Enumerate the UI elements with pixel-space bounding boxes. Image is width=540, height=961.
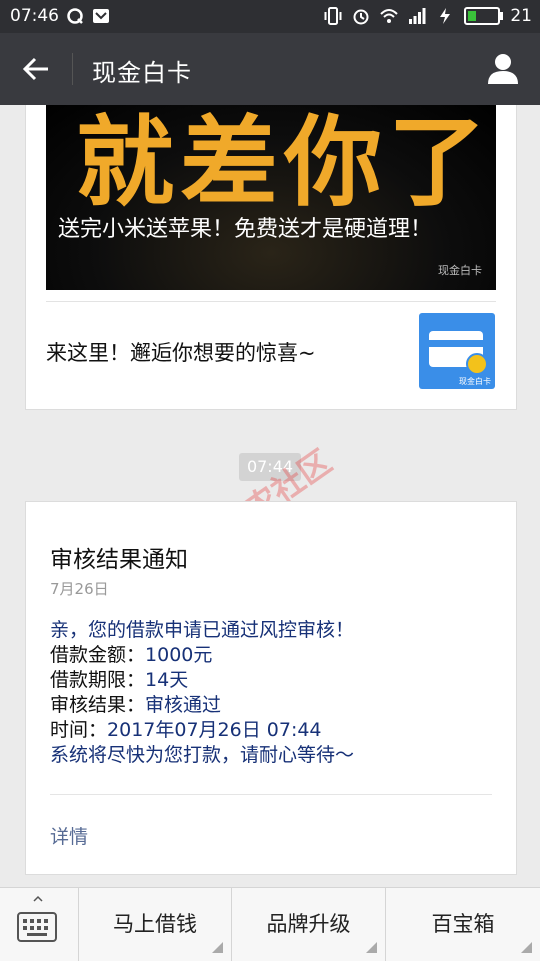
bottom-menu: 马上借钱 品牌升级 百宝箱 <box>0 887 540 961</box>
banner-headline: 就差你了 <box>76 106 493 220</box>
notice-row-term: 借款期限：14天 <box>50 668 354 693</box>
submenu-indicator-icon <box>521 942 532 953</box>
notice-card[interactable]: 审核结果通知 7月26日 亲，您的借款申请已通过风控审核！ 借款金额：1000元… <box>25 501 517 875</box>
row-value: 2017年07月26日 07:44 <box>107 719 322 741</box>
battery-icon <box>464 7 504 25</box>
profile-icon[interactable] <box>486 51 520 85</box>
banner-watermark: 现金白卡 <box>438 264 482 277</box>
page-title: 现金白卡 <box>92 59 192 87</box>
status-time: 07:46 <box>10 6 59 26</box>
back-arrow-icon[interactable] <box>20 53 52 85</box>
row-label: 时间： <box>50 719 108 741</box>
keyboard-icon <box>17 912 57 942</box>
thumbnail-watermark: 现金白卡 <box>459 377 491 386</box>
header: 现金白卡 <box>0 33 540 105</box>
notice-divider <box>50 794 492 795</box>
menu-item-brand[interactable]: 品牌升级 <box>232 888 386 961</box>
detail-link[interactable]: 详情 <box>50 822 88 849</box>
mail-notification-icon <box>93 9 109 23</box>
coin-icon <box>466 353 488 375</box>
row-label: 借款期限： <box>50 669 146 691</box>
keyboard-toggle-button[interactable] <box>0 888 79 961</box>
article-thumbnail[interactable]: 现金白卡 <box>419 313 495 389</box>
notice-row-amount: 借款金额：1000元 <box>50 643 354 668</box>
submenu-indicator-icon <box>212 942 223 953</box>
row-value: 1000元 <box>145 644 213 666</box>
charging-icon <box>440 8 451 24</box>
row-value: 14天 <box>145 669 189 691</box>
notice-row-result: 审核结果：审核通过 <box>50 693 354 718</box>
row-value: 审核通过 <box>145 694 222 716</box>
row-label: 借款金额： <box>50 644 146 666</box>
menu-item-label: 马上借钱 <box>113 912 197 936</box>
article-banner[interactable]: 就差你了 送完小米送苹果！免费送才是硬道理！ 现金白卡 <box>46 105 496 290</box>
banner-caption: 送完小米送苹果！免费送才是硬道理！ <box>58 217 433 242</box>
alarm-icon <box>353 9 369 25</box>
notice-closing: 系统将尽快为您打款，请耐心等待～ <box>50 744 355 766</box>
notice-date: 7月26日 <box>50 580 109 598</box>
vibrate-icon <box>324 7 342 25</box>
menu-item-borrow[interactable]: 马上借钱 <box>79 888 232 961</box>
article-divider <box>46 301 496 302</box>
caret-up-icon <box>33 895 43 902</box>
row-label: 审核结果： <box>50 694 146 716</box>
menu-item-label: 品牌升级 <box>266 912 351 936</box>
battery-level: 21 <box>510 6 532 26</box>
article-link-text[interactable]: 来这里！邂逅你想要的惊喜~ <box>46 337 316 367</box>
notice-body: 亲，您的借款申请已通过风控审核！ 借款金额：1000元 借款期限：14天 审核结… <box>50 618 354 768</box>
card-stripe <box>429 340 483 347</box>
notice-greeting: 亲，您的借款申请已通过风控审核！ <box>50 619 355 641</box>
notice-title: 审核结果通知 <box>50 547 188 573</box>
menu-item-label: 百宝箱 <box>431 912 495 936</box>
wifi-icon <box>380 9 399 23</box>
notice-row-time: 时间：2017年07月26日 07:44 <box>50 718 354 743</box>
signal-icon <box>409 8 426 24</box>
menu-item-treasure[interactable]: 百宝箱 <box>386 888 540 961</box>
article-card[interactable]: 就差你了 送完小米送苹果！免费送才是硬道理！ 现金白卡 来这里！邂逅你想要的惊喜… <box>25 105 517 410</box>
header-divider <box>72 53 73 85</box>
status-bar: 07:46 21 <box>0 0 540 33</box>
submenu-indicator-icon <box>366 942 377 953</box>
q-app-icon <box>67 8 83 24</box>
